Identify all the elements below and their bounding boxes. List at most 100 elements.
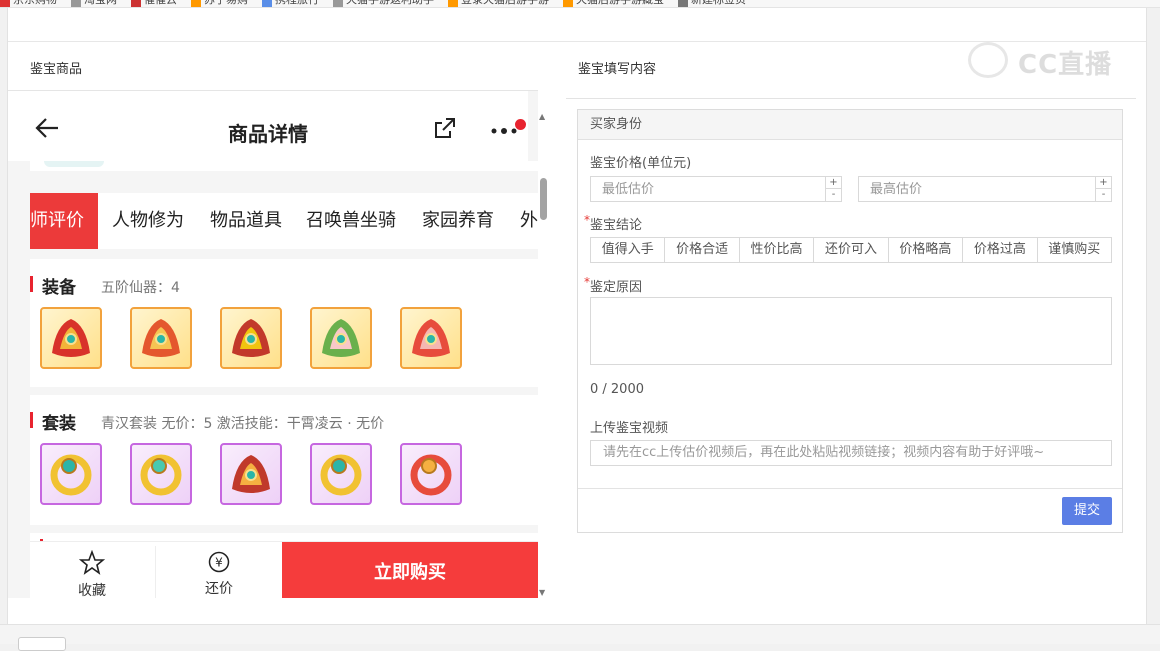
form-footer-divider (578, 488, 1122, 489)
equipment-item-2[interactable] (130, 307, 192, 369)
bookmark-item[interactable]: 京东购物 (13, 0, 57, 5)
bookmark-favicon-icon (678, 0, 688, 7)
bottom-mini-button[interactable] (18, 637, 66, 651)
tab-4[interactable]: 家园养育 (422, 193, 494, 249)
min-price-input[interactable] (591, 177, 841, 201)
suit-image-icon (320, 454, 362, 496)
equipment-image-icon (322, 319, 360, 357)
suit-item-5[interactable] (400, 443, 462, 505)
form-header: 买家身份 (578, 110, 1122, 140)
product-preview-panel: 商品详情 师评价 人物修为 物品道具 召唤兽坐骑 家园养育外 装备 五阶仙器：4 套装 … (8, 90, 538, 598)
bottom-action-bar: 收藏 ¥ 还价 立即购买 (30, 541, 538, 598)
equipment-image-icon (412, 319, 450, 357)
max-price-input[interactable] (859, 177, 1111, 201)
equipment-card: 装备 五阶仙器：4 (30, 259, 538, 387)
suit-item-4[interactable] (310, 443, 372, 505)
char-counter: 0 / 2000 (590, 382, 644, 397)
tab-0[interactable]: 师评价 (30, 193, 98, 249)
appraisal-form: 买家身份 鉴宝价格(单位元) +- +- 鉴宝结论 值得入手价格合适性价比高还价… (577, 109, 1123, 533)
bookmark-favicon-icon (262, 0, 272, 7)
favorite-button[interactable]: 收藏 (30, 542, 154, 598)
favorite-label: 收藏 (78, 583, 106, 598)
phone-header: 商品详情 (8, 91, 528, 161)
suit-item-2[interactable] (130, 443, 192, 505)
left-section-title: 鉴宝商品 (30, 62, 83, 77)
scrollbar-thumb[interactable] (540, 178, 547, 220)
bookmark-favicon-icon (333, 0, 343, 7)
equipment-subtitle: 五阶仙器：4 (101, 280, 180, 296)
buy-now-button[interactable]: 立即购买 (282, 542, 538, 598)
yen-icon: ¥ (208, 551, 230, 573)
submit-button[interactable]: 提交 (1062, 497, 1112, 525)
bookmark-favicon-icon (563, 0, 573, 7)
bookmark-favicon-icon (71, 0, 81, 7)
equipment-image-icon (52, 319, 90, 357)
reason-textarea[interactable] (590, 297, 1112, 365)
suit-image-icon (140, 454, 182, 496)
bottom-strip (0, 624, 1160, 651)
video-link-input[interactable]: 请先在cc上传估价视频后，再在此处粘贴视频链接；视频内容有助于好评哦~ (590, 440, 1112, 466)
suit-image-icon (410, 454, 452, 496)
bookmark-item[interactable]: 天猫手游返利助手 (346, 0, 434, 5)
suit-image-icon (232, 455, 270, 493)
min-price-stepper[interactable]: + - (825, 177, 841, 201)
bookmark-item[interactable]: 淘宝网 (84, 0, 117, 5)
reason-label: 鉴定原因 (584, 275, 642, 295)
tab-2[interactable]: 物品道具 (210, 193, 282, 249)
min-price-field[interactable]: +- (590, 176, 842, 202)
bookmark-item[interactable]: 新建标签页 (691, 0, 746, 5)
tab-5[interactable]: 外 (520, 193, 538, 249)
tab-1[interactable]: 人物修为 (112, 193, 184, 249)
equipment-image-icon (142, 319, 180, 357)
scroll-down-arrow[interactable]: ▼ (539, 588, 545, 597)
bookmark-item[interactable]: 携程旅行 (275, 0, 319, 5)
conclusion-option[interactable]: 价格略高 (889, 238, 964, 262)
svg-text:¥: ¥ (215, 556, 223, 570)
bargain-button[interactable]: ¥ 还价 (156, 542, 282, 598)
equipment-item-4[interactable] (310, 307, 372, 369)
bookmark-favicon-icon (131, 0, 141, 7)
conclusion-option[interactable]: 价格过高 (963, 238, 1038, 262)
bargain-label: 还价 (205, 581, 233, 597)
conclusion-option[interactable]: 价格合适 (665, 238, 740, 262)
header-strip (30, 161, 538, 171)
category-tabs: 师评价 人物修为 物品道具 召唤兽坐骑 家园养育外 (30, 193, 538, 249)
watermark-text: CC直播 (1018, 50, 1113, 80)
notification-dot (515, 119, 526, 130)
suit-heading: 套装 (30, 409, 76, 434)
equipment-image-icon (232, 319, 270, 357)
equipment-item-3[interactable] (220, 307, 282, 369)
right-section-title: 鉴宝填写内容 (578, 62, 657, 77)
bookmark-item[interactable]: 天猫后游手游藏宝 (576, 0, 664, 5)
tab-3[interactable]: 召唤兽坐骑 (306, 193, 396, 249)
bookmark-item[interactable]: 登录天猫后游手游 (461, 0, 549, 5)
max-price-field[interactable]: +- (858, 176, 1112, 202)
conclusion-option[interactable]: 性价比高 (740, 238, 815, 262)
suit-item-3[interactable] (220, 443, 282, 505)
equipment-item-5[interactable] (400, 307, 462, 369)
equipment-item-1[interactable] (40, 307, 102, 369)
suit-item-1[interactable] (40, 443, 102, 505)
conclusion-option[interactable]: 还价可入 (814, 238, 889, 262)
equipment-heading: 装备 (30, 273, 76, 298)
suit-image-icon (50, 454, 92, 496)
bookmark-favicon-icon (448, 0, 458, 7)
watermark-logo: CC直播 (964, 40, 1124, 80)
bookmark-item[interactable]: 催催云 (144, 0, 177, 5)
bookmarks-bar: 京东购物 淘宝网 催催云 苏宁易购 携程旅行 天猫手游返利助手 登录天猫后游手游 天猫后游手游… (0, 0, 1160, 8)
scroll-up-arrow[interactable]: ▲ (539, 112, 545, 121)
star-icon (78, 549, 106, 575)
max-price-stepper[interactable]: + - (1095, 177, 1111, 201)
bookmark-item[interactable]: 苏宁易购 (204, 0, 248, 5)
price-label: 鉴宝价格(单位元) (590, 156, 692, 171)
suit-subtitle: 青汉套装 无价：5 激活技能：干霄凌云 · 无价 (101, 416, 385, 432)
right-divider (566, 98, 1136, 99)
suit-card: 套装 青汉套装 无价：5 激活技能：干霄凌云 · 无价 (30, 395, 538, 525)
share-icon[interactable] (432, 115, 462, 145)
conclusion-option[interactable]: 谨慎购买 (1038, 238, 1111, 262)
bookmark-favicon-icon (191, 0, 201, 7)
conclusion-options: 值得入手 价格合适 性价比高 还价可入 价格略高 价格过高 谨慎购买 (590, 237, 1112, 263)
conclusion-label: 鉴宝结论 (584, 213, 642, 233)
conclusion-option[interactable]: 值得入手 (591, 238, 666, 262)
bookmark-favicon-icon (0, 0, 10, 7)
